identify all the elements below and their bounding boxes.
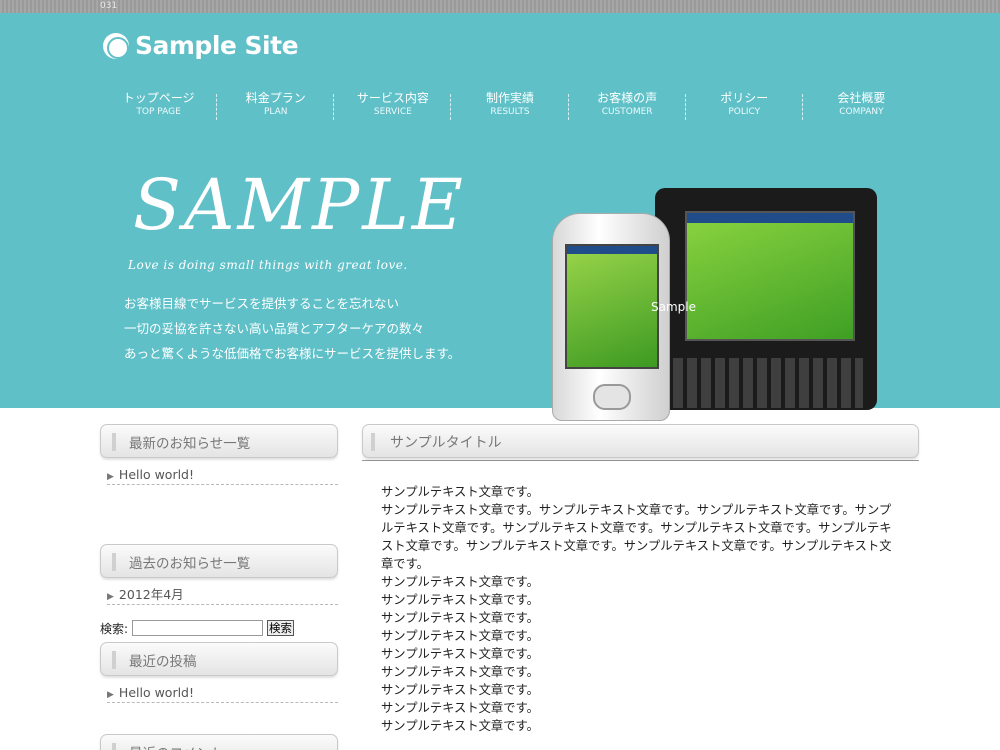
hero-text: お客様目線でサービスを提供することを忘れない 一切の妥協を許さない高い品質とアフ… (124, 291, 460, 366)
top-strip-label: 031 (100, 1, 118, 11)
heading-divider (362, 460, 919, 461)
post-paragraph: サンプルテキスト文章です。 (381, 701, 539, 715)
search-form: 検索: 検索 (100, 617, 338, 639)
recent-posts-list: ▶ Hello world! (100, 676, 338, 734)
post-paragraph: サンプルテキスト文章です。 (381, 575, 539, 589)
nav-item-policy[interactable]: ポリシー POLICY (686, 90, 803, 130)
search-button[interactable]: 検索 (267, 620, 295, 636)
latest-news-list: ▶ Hello world! (100, 458, 338, 535)
list-item-label: Hello world! (118, 467, 195, 482)
post-title: サンプルタイトル (390, 435, 502, 451)
logo-badge-icon (103, 32, 129, 59)
post-paragraph: サンプルテキスト文章です。 (381, 611, 539, 625)
list-item-label: Hello world! (118, 685, 195, 700)
phone-front-icon (552, 213, 670, 421)
site-header: Sample Site トップページ TOP PAGE 料金プラン PLAN サ… (0, 13, 1000, 421)
nav-label-en: PLAN (263, 107, 288, 117)
widget-title: 最近のコメント (129, 742, 224, 750)
main-content: サンプルタイトル サンプルテキスト文章です。 サンプルテキスト文章です。サンプル… (362, 424, 919, 735)
nav-item-plan[interactable]: 料金プラン PLAN (217, 90, 335, 130)
post-paragraph: サンプルテキスト文章です。 (381, 665, 539, 679)
hero-line: 一切の妥協を許さない高い品質とアフターケアの数々 (124, 321, 425, 336)
nav-item-service[interactable]: サービス内容 SERVICE (334, 90, 452, 130)
triangle-right-icon: ▶ (107, 690, 114, 700)
nav-label-jp: ポリシー (720, 91, 769, 105)
global-nav: トップページ TOP PAGE 料金プラン PLAN サービス内容 SERVIC… (100, 90, 920, 130)
list-item[interactable]: ▶ Hello world! (107, 684, 338, 703)
widget-title: 最近の投稿 (129, 654, 197, 670)
phone-back-icon (655, 188, 877, 410)
search-label: 検索: (100, 621, 129, 636)
widget-heading-recent-comments: 最近のコメント (100, 734, 338, 750)
nav-label-en: CUSTOMER (601, 107, 653, 117)
nav-label-jp: トップページ (122, 91, 195, 105)
top-strip: 031 (0, 0, 1000, 13)
post-paragraph: サンプルテキスト文章です。 (381, 647, 539, 661)
list-item-label: 2012年4月 (118, 587, 184, 602)
triangle-right-icon: ▶ (107, 592, 114, 602)
post-paragraph: サンプルテキスト文章です。サンプルテキスト文章です。サンプルテキスト文章です。サ… (381, 503, 892, 571)
nav-label-jp: 制作実績 (485, 91, 534, 105)
widget-heading-recent-posts: 最近の投稿 (100, 642, 338, 676)
nav-item-results[interactable]: 制作実績 RESULTS (451, 90, 569, 130)
nav-label-jp: サービス内容 (356, 91, 429, 105)
list-item[interactable]: ▶ 2012年4月 (107, 586, 338, 605)
post-paragraph: サンプルテキスト文章です。 (381, 485, 539, 499)
nav-label-jp: 料金プラン (245, 91, 306, 105)
hero-line: あっと驚くような低価格でお客様にサービスを提供します。 (124, 346, 461, 361)
sidebar: 最新のお知らせ一覧 ▶ Hello world! 過去のお知らせ一覧 ▶ 2012年… (100, 424, 338, 750)
hero-title: SAMPLE (133, 164, 466, 246)
nav-label-jp: お客様の声 (597, 91, 658, 105)
hero-tagline: Love is doing small things with great lo… (128, 258, 408, 272)
nav-item-customer[interactable]: お客様の声 CUSTOMER (569, 90, 686, 130)
triangle-right-icon: ▶ (107, 472, 114, 482)
post-paragraph: サンプルテキスト文章です。 (381, 593, 539, 607)
nav-item-top[interactable]: トップページ TOP PAGE (100, 90, 218, 130)
nav-label-en: COMPANY (839, 107, 884, 117)
past-news-list: ▶ 2012年4月 (100, 578, 338, 605)
nav-item-company[interactable]: 会社概要 COMPANY (803, 90, 920, 130)
nav-label-en: POLICY (728, 107, 761, 117)
post-paragraph: サンプルテキスト文章です。 (381, 683, 539, 697)
post-heading: サンプルタイトル (362, 424, 919, 458)
widget-title: 最新のお知らせ一覧 (129, 436, 251, 452)
widget-title: 過去のお知らせ一覧 (129, 556, 251, 572)
widget-heading-past-news: 過去のお知らせ一覧 (100, 544, 338, 578)
post-paragraph: サンプルテキスト文章です。 (381, 629, 539, 643)
list-item[interactable]: ▶ Hello world! (107, 466, 338, 485)
widget-heading-latest-news: 最新のお知らせ一覧 (100, 424, 338, 458)
nav-label-jp: 会社概要 (837, 91, 886, 105)
hero-line: お客様目線でサービスを提供することを忘れない (124, 296, 400, 311)
post-body: サンプルテキスト文章です。 サンプルテキスト文章です。サンプルテキスト文章です。… (362, 483, 902, 735)
nav-label-en: SERVICE (373, 107, 412, 117)
site-logo[interactable]: Sample Site (103, 31, 299, 60)
post-paragraph: サンプルテキスト文章です。 (381, 719, 539, 733)
nav-label-en: RESULTS (490, 107, 530, 117)
nav-label-en: TOP PAGE (136, 107, 181, 117)
site-title: Sample Site (135, 31, 299, 60)
hero-image-caption: Sample (651, 300, 696, 314)
search-input[interactable] (132, 620, 264, 636)
